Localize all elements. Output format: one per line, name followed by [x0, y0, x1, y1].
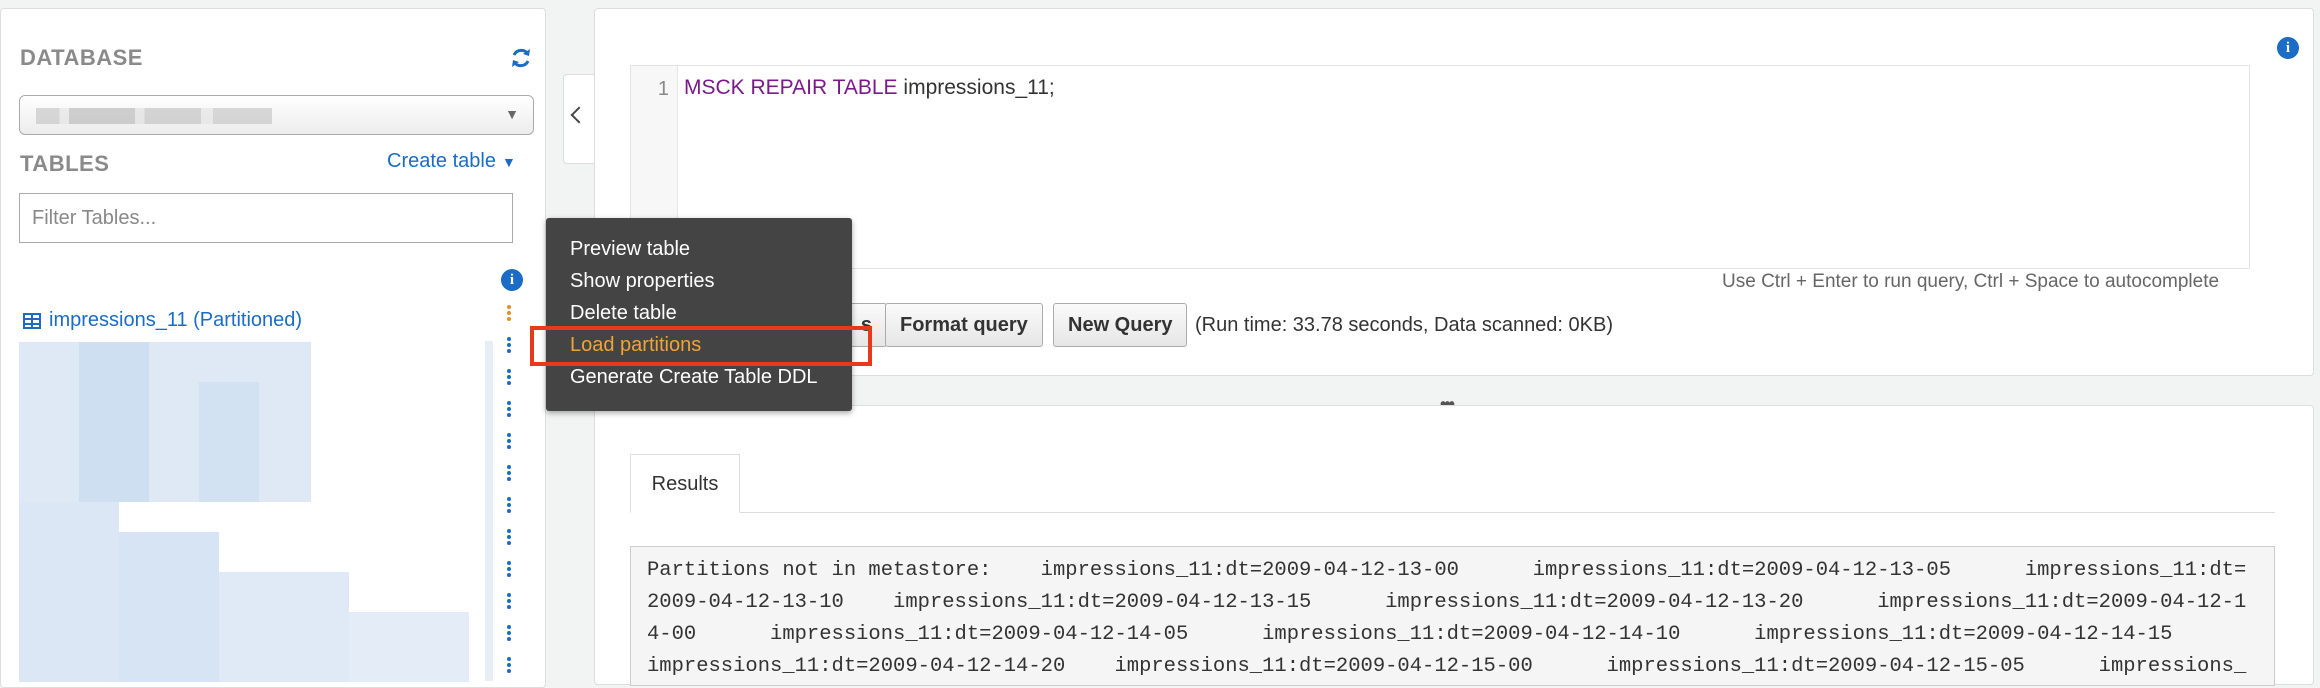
redacted-table-list	[19, 342, 489, 682]
menu-item-delete-table[interactable]: Delete table	[570, 302, 677, 325]
row-options-icon[interactable]	[506, 623, 512, 643]
chevron-down-icon: ▼	[505, 106, 519, 122]
format-query-button[interactable]: Format query	[885, 303, 1043, 347]
results-output: Partitions not in metastore: impressions…	[630, 546, 2275, 686]
menu-item-show-properties[interactable]: Show properties	[570, 270, 715, 293]
row-options-icon[interactable]	[506, 335, 512, 355]
sql-editor[interactable]: 1 MSCK REPAIR TABLE impressions_11;	[630, 65, 2250, 269]
tab-results[interactable]: Results	[630, 454, 740, 513]
database-name-redacted	[36, 108, 272, 124]
caret-down-icon: ▼	[501, 154, 516, 170]
tabs-bar	[630, 512, 2275, 513]
row-options-icon[interactable]	[506, 559, 512, 579]
table-icon	[23, 312, 41, 329]
collapse-sidebar-button[interactable]	[563, 74, 595, 164]
line-number: 1	[657, 78, 669, 100]
table-item-impressions[interactable]: impressions_11 (Partitioned)	[23, 309, 302, 332]
table-context-menu: Preview table Show properties Delete tab…	[546, 218, 852, 411]
row-options-icon[interactable]	[506, 367, 512, 387]
row-options-icon[interactable]	[506, 591, 512, 611]
info-icon[interactable]: i	[2277, 37, 2299, 59]
query-editor-panel: i 1 MSCK REPAIR TABLE impressions_11; Us…	[594, 8, 2314, 376]
annotation-highlight-box	[530, 326, 872, 366]
table-options-icon[interactable]	[506, 303, 512, 323]
code-line: MSCK REPAIR TABLE impressions_11;	[684, 76, 1055, 100]
menu-item-generate-ddl[interactable]: Generate Create Table DDL	[570, 366, 818, 389]
create-table-dropdown[interactable]: Create table ▼	[387, 150, 516, 173]
row-options-icon[interactable]	[506, 527, 512, 547]
editor-hint: Use Ctrl + Enter to run query, Ctrl + Sp…	[1722, 271, 2220, 292]
chevron-left-icon	[570, 106, 588, 124]
run-info: (Run time: 33.78 seconds, Data scanned: …	[1195, 314, 1614, 336]
row-options-icon[interactable]	[506, 399, 512, 419]
sql-identifier: impressions_11;	[903, 76, 1055, 99]
table-item-label: impressions_11 (Partitioned)	[49, 309, 303, 331]
filter-tables-input[interactable]	[19, 193, 513, 243]
menu-item-preview-table[interactable]: Preview table	[570, 238, 690, 261]
row-options-icon[interactable]	[506, 431, 512, 451]
row-options-icon[interactable]	[506, 655, 512, 675]
sidebar: DATABASE ▼ TABLES Create table ▼ i impres…	[0, 8, 546, 688]
row-options-icon[interactable]	[506, 463, 512, 483]
info-icon[interactable]: i	[501, 269, 523, 291]
results-panel: Results Partitions not in metastore: imp…	[594, 405, 2314, 686]
tables-header: TABLES	[20, 151, 110, 176]
database-header: DATABASE	[20, 45, 143, 70]
database-select[interactable]: ▼	[19, 95, 534, 135]
results-text: Partitions not in metastore: impressions…	[647, 559, 2247, 678]
row-options-icon[interactable]	[506, 495, 512, 515]
sql-keyword: MSCK REPAIR TABLE	[684, 76, 898, 99]
refresh-icon[interactable]	[509, 46, 533, 70]
new-query-button[interactable]: New Query	[1053, 303, 1188, 347]
create-table-label: Create table	[387, 150, 496, 172]
sidebar-scrollbar[interactable]	[485, 341, 493, 681]
